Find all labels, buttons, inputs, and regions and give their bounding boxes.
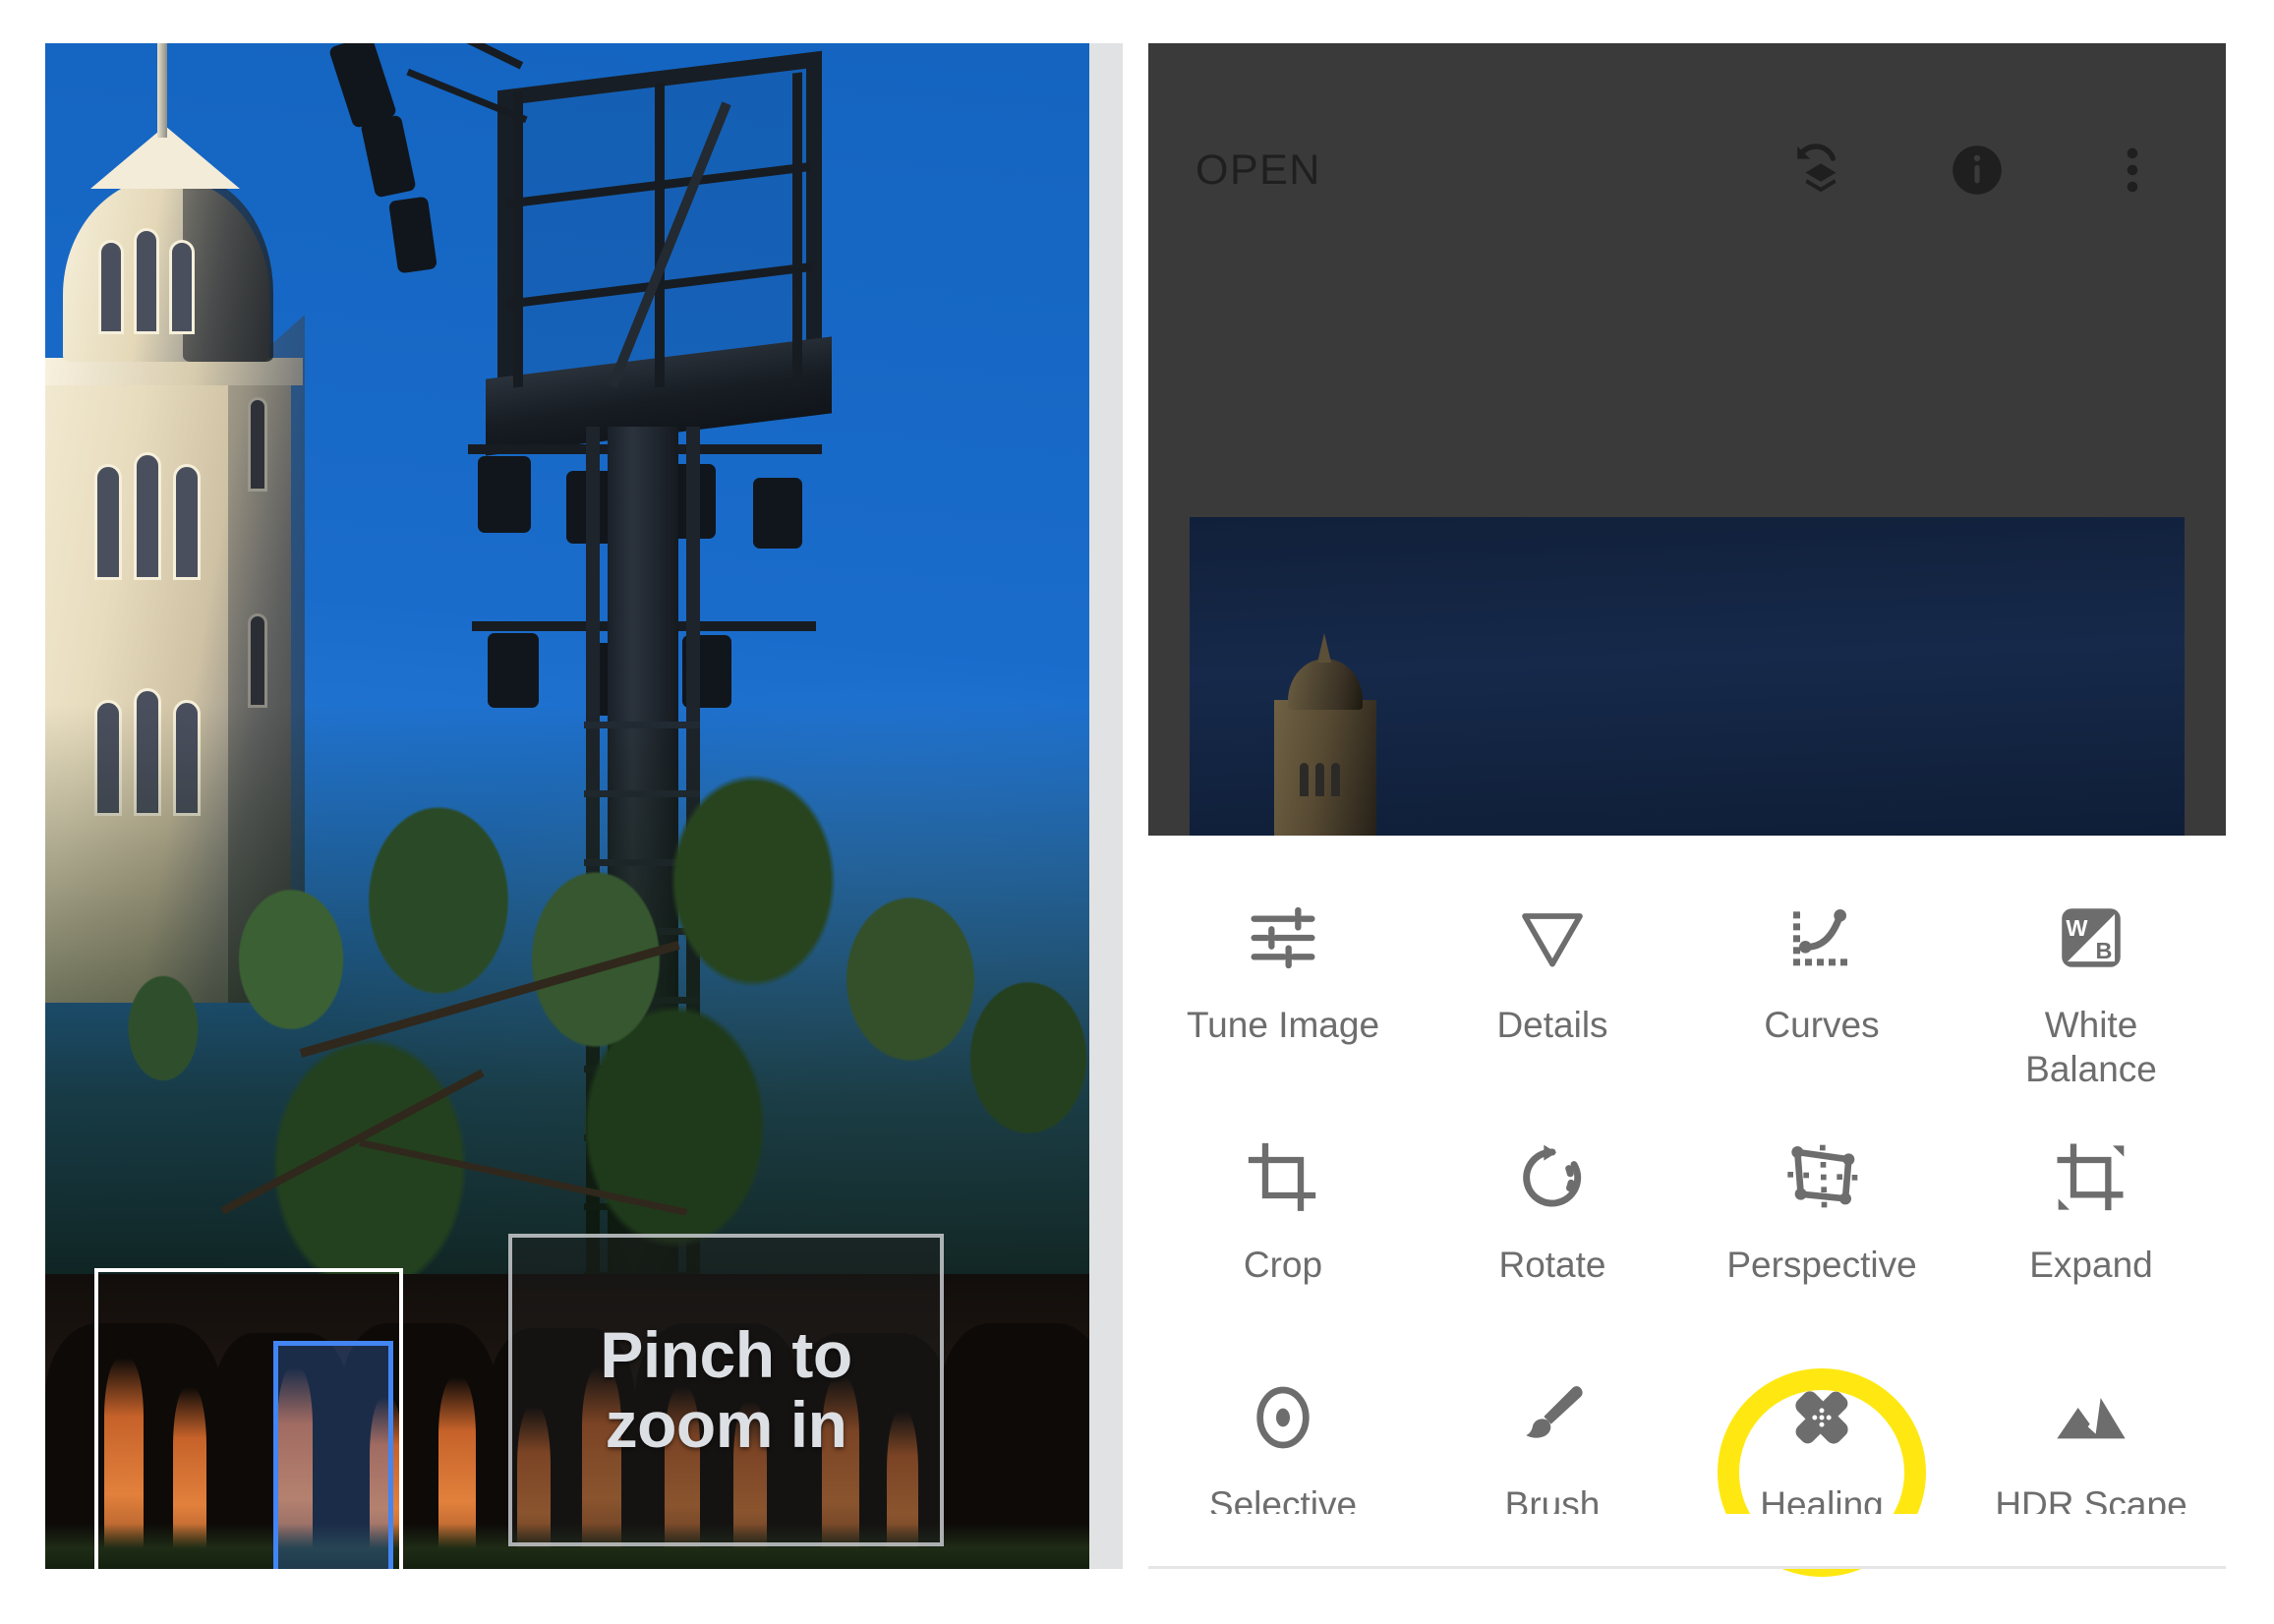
editor-dark-area: OPEN xyxy=(1148,43,2226,836)
tool-perspective[interactable]: Perspective xyxy=(1687,1111,1956,1351)
sliders-icon xyxy=(1244,897,1322,979)
tool-expand[interactable]: Expand xyxy=(1956,1111,2226,1351)
tool-label: Rotate xyxy=(1498,1245,1606,1285)
mountains-icon xyxy=(2052,1376,2130,1459)
tool-curves[interactable]: Curves xyxy=(1687,871,1956,1111)
pane-divider xyxy=(1089,43,1148,1569)
svg-text:W: W xyxy=(2066,915,2088,941)
pinch-hint-line-1: Pinch to xyxy=(600,1318,852,1392)
photo-canvas[interactable]: Pinch to zoom in xyxy=(45,43,1089,1569)
topbar-actions xyxy=(1791,140,2163,201)
tool-label: White Balance xyxy=(2025,1003,2157,1091)
tool-grid: Tune Image Details Curves W B White Bala… xyxy=(1148,836,2226,1591)
editor-panel: OPEN Tune Image Details Curves W B White… xyxy=(1148,43,2226,1577)
tool-white-balance[interactable]: W B White Balance xyxy=(1956,871,2226,1111)
tool-label: Tune Image xyxy=(1186,1005,1380,1045)
rotate-icon xyxy=(1513,1136,1592,1219)
white-balance-icon: W B xyxy=(2054,897,2128,979)
curves-icon xyxy=(1782,897,1861,979)
tool-label-line-1: White xyxy=(2044,1005,2138,1045)
brush-icon xyxy=(1513,1376,1592,1459)
pinch-hint-line-2: zoom in xyxy=(605,1388,847,1461)
triangle-down-icon xyxy=(1513,897,1592,979)
tool-label: Perspective xyxy=(1726,1245,1917,1285)
info-icon[interactable] xyxy=(1947,140,2008,201)
pinch-to-zoom-hint: Pinch to zoom in xyxy=(508,1234,944,1546)
tool-rotate[interactable]: Rotate xyxy=(1418,1111,1687,1351)
crop-icon xyxy=(1244,1136,1322,1219)
svg-text:B: B xyxy=(2096,938,2113,963)
overflow-menu-icon[interactable] xyxy=(2102,140,2163,201)
undo-stack-icon[interactable] xyxy=(1791,140,1852,201)
tool-tune-image[interactable]: Tune Image xyxy=(1148,871,1418,1111)
tool-details[interactable]: Details xyxy=(1418,871,1687,1111)
expand-icon xyxy=(2052,1136,2130,1219)
open-button[interactable]: OPEN xyxy=(1195,146,1321,195)
selective-icon xyxy=(1244,1376,1322,1459)
tool-label: Expand xyxy=(2029,1245,2153,1285)
tool-crop[interactable]: Crop xyxy=(1148,1111,1418,1351)
healing-icon xyxy=(1784,1376,1859,1459)
tool-label: Curves xyxy=(1764,1005,1880,1045)
tool-label: Crop xyxy=(1243,1245,1323,1285)
tool-label-line-2: Balance xyxy=(2025,1049,2157,1090)
panel-bottom-strip xyxy=(1148,1514,2226,1569)
app-root: Pinch to zoom in OPEN Tune Image Details… xyxy=(0,0,2274,1624)
tool-label: Details xyxy=(1496,1005,1608,1045)
editor-topbar: OPEN xyxy=(1148,43,2226,297)
perspective-icon xyxy=(1782,1136,1861,1219)
image-preview[interactable] xyxy=(1190,517,2185,836)
